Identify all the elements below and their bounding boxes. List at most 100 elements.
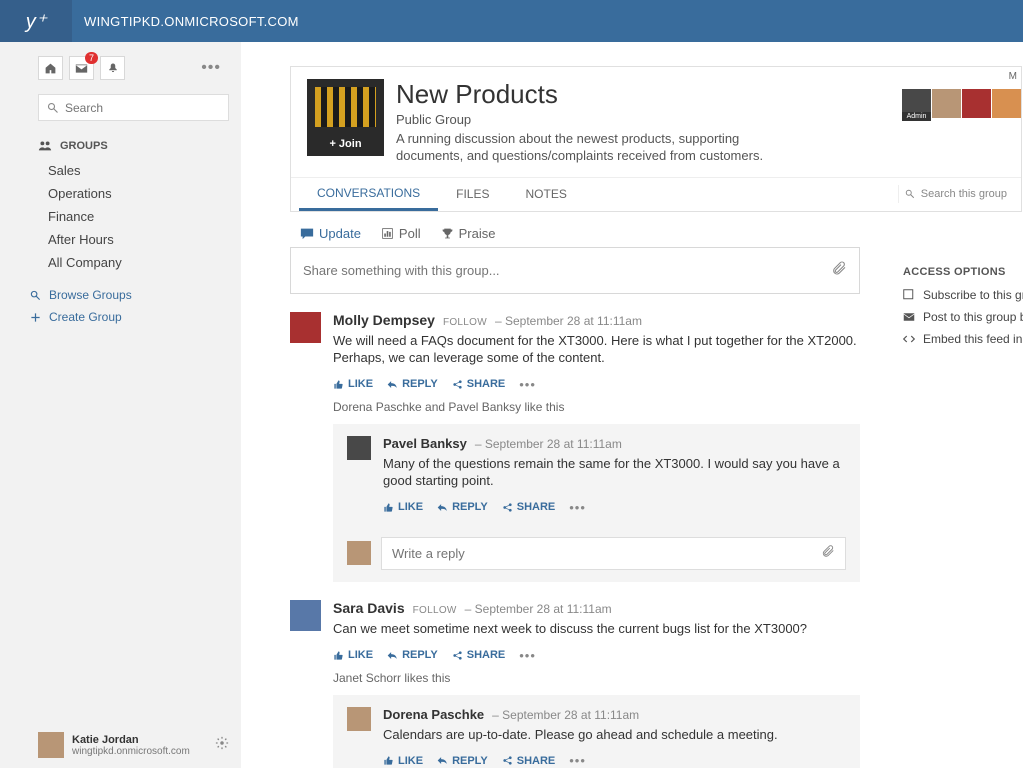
search-icon [905,189,915,199]
reply: Dorena Paschke – September 28 at 11:11am… [333,695,860,768]
group-item-operations[interactable]: Operations [0,182,241,205]
composer-tab-praise[interactable]: Praise [441,226,496,247]
composer-box[interactable] [290,247,860,294]
current-user-name: Katie Jordan [72,734,207,746]
reply-button[interactable]: REPLY [387,378,438,390]
author-name[interactable]: Dorena Paschke [383,707,484,722]
group-description: A running discussion about the newest pr… [396,131,776,165]
mail-icon [903,311,915,323]
current-user-domain: wingtipkd.onmicrosoft.com [72,746,207,757]
reply-button[interactable]: REPLY [387,649,438,661]
access-post-email[interactable]: Post to this group by [903,310,1023,324]
thumbs-up-icon [383,502,394,513]
trophy-icon [441,227,454,240]
author-name[interactable]: Sara Davis [333,600,405,616]
like-button[interactable]: LIKE [333,378,373,390]
current-user-avatar[interactable] [38,732,64,758]
members-link[interactable]: M [1009,71,1017,82]
network-domain: WINGTIPKD.ONMICROSOFT.COM [72,14,299,29]
thumbs-up-icon [333,650,344,661]
paperclip-icon [831,260,847,276]
post-more-button[interactable]: ••• [569,753,586,768]
reply-composer[interactable] [381,537,846,570]
attach-button[interactable] [821,544,835,563]
search-icon [47,102,59,114]
share-icon [452,650,463,661]
search-input[interactable] [59,101,220,115]
inbox-button[interactable]: 7 [69,56,94,80]
yammer-logo[interactable]: y⁺ [0,0,72,42]
join-button[interactable]: + Join [329,138,361,150]
reply-button[interactable]: REPLY [437,501,488,513]
member-avatars[interactable]: Admin [902,89,1021,118]
checkbox-icon [903,289,915,301]
people-icon [38,139,52,153]
author-avatar[interactable] [347,707,371,731]
post-more-button[interactable]: ••• [519,648,536,663]
access-header: ACCESS OPTIONS [903,266,1023,278]
group-item-after-hours[interactable]: After Hours [0,228,241,251]
composer-input[interactable] [303,263,831,278]
like-button[interactable]: LIKE [383,501,423,513]
user-footer: Katie Jordan wingtipkd.onmicrosoft.com [0,722,241,768]
group-tabs: CONVERSATIONS FILES NOTES Search this gr… [291,177,1021,211]
access-embed[interactable]: Embed this feed in yo [903,332,1023,346]
author-name[interactable]: Pavel Banksy [383,436,467,451]
like-button[interactable]: LIKE [383,755,423,767]
inbox-badge: 7 [85,52,98,64]
follow-button[interactable]: FOLLOW [443,317,487,328]
composer-tab-update[interactable]: Update [300,226,361,247]
post-more-button[interactable]: ••• [519,377,536,392]
reply-text: Calendars are up-to-date. Please go ahea… [383,726,846,744]
paperclip-icon [821,544,835,558]
reply: Pavel Banksy – September 28 at 11:11am M… [333,424,860,527]
likes-summary: Dorena Paschke and Pavel Banksy like thi… [333,400,860,414]
access-subscribe[interactable]: Subscribe to this gro [903,288,1023,302]
tab-files[interactable]: FILES [438,179,507,209]
search-box[interactable] [38,94,229,121]
current-user-avatar [347,541,371,565]
group-item-all-company[interactable]: All Company [0,251,241,274]
share-icon [452,379,463,390]
sidebar-more-button[interactable]: ••• [201,59,231,77]
author-avatar[interactable] [290,312,321,343]
share-button[interactable]: SHARE [502,755,556,767]
group-item-sales[interactable]: Sales [0,159,241,182]
reply-button[interactable]: REPLY [437,755,488,767]
follow-button[interactable]: FOLLOW [413,605,457,616]
group-search[interactable]: Search this group [898,185,1013,203]
feed: Molly Dempsey FOLLOW – September 28 at 1… [290,312,860,768]
share-icon [502,755,513,766]
share-button[interactable]: SHARE [502,501,556,513]
reply-timestamp: – September 28 at 11:11am [492,708,639,722]
reply-icon [387,650,398,661]
search-icon [30,290,41,301]
share-button[interactable]: SHARE [452,378,506,390]
reply-input[interactable] [392,546,821,561]
composer-tab-poll[interactable]: Poll [381,226,421,247]
home-button[interactable] [38,56,63,80]
post: Sara Davis FOLLOW – September 28 at 11:1… [290,600,860,768]
share-button[interactable]: SHARE [452,649,506,661]
share-icon [502,502,513,513]
author-avatar[interactable] [290,600,321,631]
reply-icon [437,755,448,766]
bell-icon [107,62,119,74]
group-item-finance[interactable]: Finance [0,205,241,228]
group-list: Sales Operations Finance After Hours All… [0,159,241,274]
create-group-link[interactable]: Create Group [0,306,241,328]
post-text: Can we meet sometime next week to discus… [333,620,860,638]
embed-icon [903,333,915,345]
post-text: We will need a FAQs document for the XT3… [333,332,860,367]
attach-button[interactable] [831,260,847,281]
notifications-button[interactable] [100,56,125,80]
author-avatar[interactable] [347,436,371,460]
tab-notes[interactable]: NOTES [507,179,584,209]
author-name[interactable]: Molly Dempsey [333,312,435,328]
poll-icon [381,227,394,240]
browse-groups-link[interactable]: Browse Groups [0,284,241,306]
settings-button[interactable] [215,736,229,755]
post-more-button[interactable]: ••• [569,500,586,515]
tab-conversations[interactable]: CONVERSATIONS [299,178,438,211]
like-button[interactable]: LIKE [333,649,373,661]
